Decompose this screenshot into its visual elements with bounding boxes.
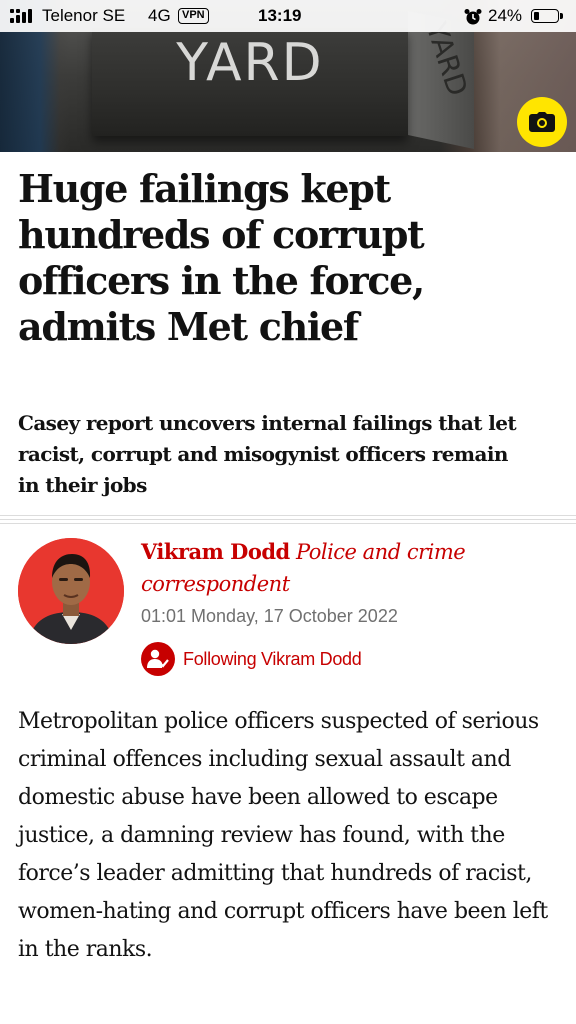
battery-tip <box>560 13 563 19</box>
battery-icon <box>531 9 559 23</box>
camera-button[interactable] <box>517 97 567 147</box>
author-name[interactable]: Vikram Dodd <box>141 539 290 564</box>
byline: Vikram Dodd Police and crime corresponde… <box>141 536 561 600</box>
author-portrait <box>18 538 124 644</box>
network-type: 4G <box>148 6 171 25</box>
clock: 13:19 <box>258 6 302 25</box>
sign-text-front: YARD <box>175 33 323 93</box>
follow-label: Following Vikram Dodd <box>183 648 362 669</box>
article-headline: Huge failings kept hundreds of corrupt o… <box>18 166 425 349</box>
alarm-icon <box>464 9 482 25</box>
status-bar: Telenor SE 4G VPN 13:19 24% <box>0 0 576 32</box>
battery-fill <box>533 11 539 20</box>
vpn-badge: VPN <box>178 8 209 24</box>
following-user-icon <box>141 642 175 676</box>
battery-percent: 24% <box>488 6 523 25</box>
carrier-label: Telenor SE <box>42 6 126 25</box>
article-dateline: 01:01 Monday, 17 October 2022 <box>141 606 398 626</box>
signal-strength-icon <box>10 9 32 23</box>
divider-line <box>0 515 576 516</box>
follow-author-button[interactable]: Following Vikram Dodd <box>141 641 362 677</box>
divider-line <box>0 523 576 524</box>
article-standfirst: Casey report uncovers internal failings … <box>18 411 517 497</box>
camera-icon <box>529 112 555 132</box>
author-avatar[interactable] <box>18 538 124 644</box>
article-body-paragraph: Metropolitan police officers suspected o… <box>18 709 548 962</box>
divider-line <box>0 519 576 520</box>
